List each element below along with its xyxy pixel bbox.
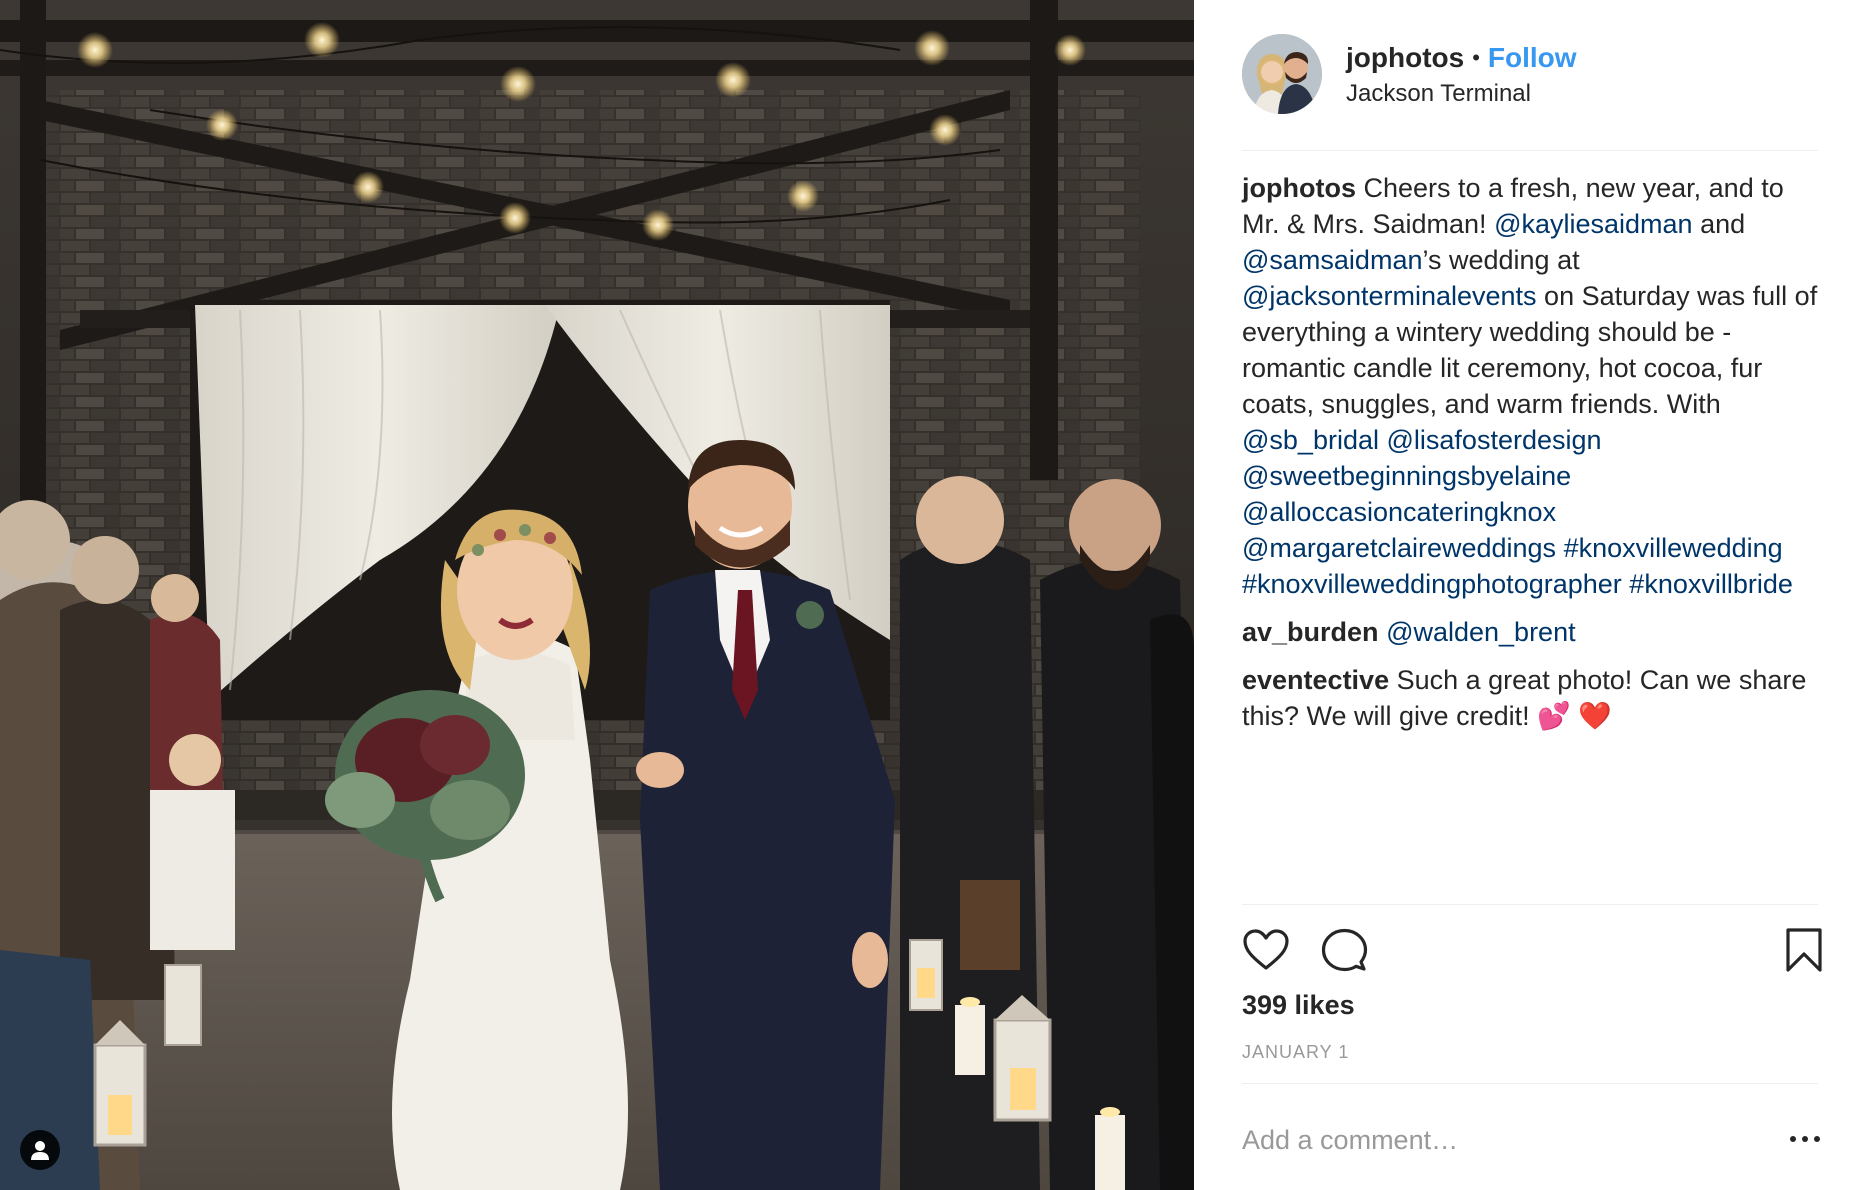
post-username[interactable]: jophotos [1346,40,1464,76]
comments-section: jophotos Cheers to a fresh, new year, an… [1242,170,1818,746]
post-date[interactable]: JANUARY 1 [1242,1042,1349,1063]
more-options-button[interactable] [1790,1127,1820,1151]
mention-link[interactable]: @lisafosterdesign [1387,425,1602,455]
comment: eventective Such a great photo! Can we s… [1242,662,1818,734]
mention-link[interactable]: @walden_brent [1386,617,1576,647]
header-divider [1242,150,1818,151]
separator-dot: • [1472,45,1480,70]
mention-link[interactable]: @sweetbeginningsbyelaine [1242,461,1571,491]
caption: jophotos Cheers to a fresh, new year, an… [1242,170,1818,602]
avatar[interactable] [1242,34,1322,114]
follow-button[interactable]: Follow [1488,40,1577,76]
caption-username[interactable]: jophotos [1242,173,1356,203]
caption-text: and [1692,209,1746,239]
user-tag-icon [31,1141,49,1160]
more-options-icon [1790,1136,1796,1142]
action-bar [1242,926,1822,974]
heart-icon [1243,929,1289,970]
save-button[interactable] [1780,926,1828,974]
comment-username[interactable]: eventective [1242,665,1389,695]
post-photo[interactable] [0,0,1194,1190]
more-options-icon [1802,1136,1808,1142]
comment-bubble-icon [1321,928,1368,972]
mention-link[interactable]: @jacksonterminalevents [1242,281,1537,311]
wedding-photo-image [0,0,1194,1190]
mention-link[interactable]: @sb_bridal [1242,425,1379,455]
avatar-image [1242,34,1322,114]
post-location[interactable]: Jackson Terminal [1346,80,1577,108]
mention-link[interactable]: @margaretclaireweddings [1242,533,1556,563]
caption-text: ’s wedding at [1422,245,1580,275]
more-options-icon [1814,1136,1820,1142]
post-sidebar: jophotos • Follow Jackson Terminal jopho… [1194,0,1866,1190]
instagram-post: jophotos • Follow Jackson Terminal jopho… [0,0,1866,1190]
comment-username[interactable]: av_burden [1242,617,1379,647]
comment-input-divider [1242,1083,1818,1084]
hashtag-link[interactable]: #knoxvillbride [1629,569,1793,599]
likes-count[interactable]: 399 likes [1242,990,1355,1021]
add-comment-input[interactable] [1242,1120,1782,1160]
mention-link[interactable]: @alloccasioncateringknox [1242,497,1556,527]
actions-divider [1242,904,1818,905]
comment-button[interactable] [1320,926,1368,974]
mention-link[interactable]: @kayliesaidman [1494,209,1693,239]
like-button[interactable] [1242,926,1290,974]
mention-link[interactable]: @samsaidman [1242,245,1422,275]
hashtag-link[interactable]: #knoxvillewedding [1564,533,1783,563]
bookmark-icon [1786,928,1822,972]
user-tags-button[interactable] [20,1130,60,1170]
hashtag-link[interactable]: #knoxvilleweddingphotographer [1242,569,1622,599]
post-header: jophotos • Follow Jackson Terminal [1242,34,1818,114]
comment: av_burden @walden_brent [1242,614,1818,650]
